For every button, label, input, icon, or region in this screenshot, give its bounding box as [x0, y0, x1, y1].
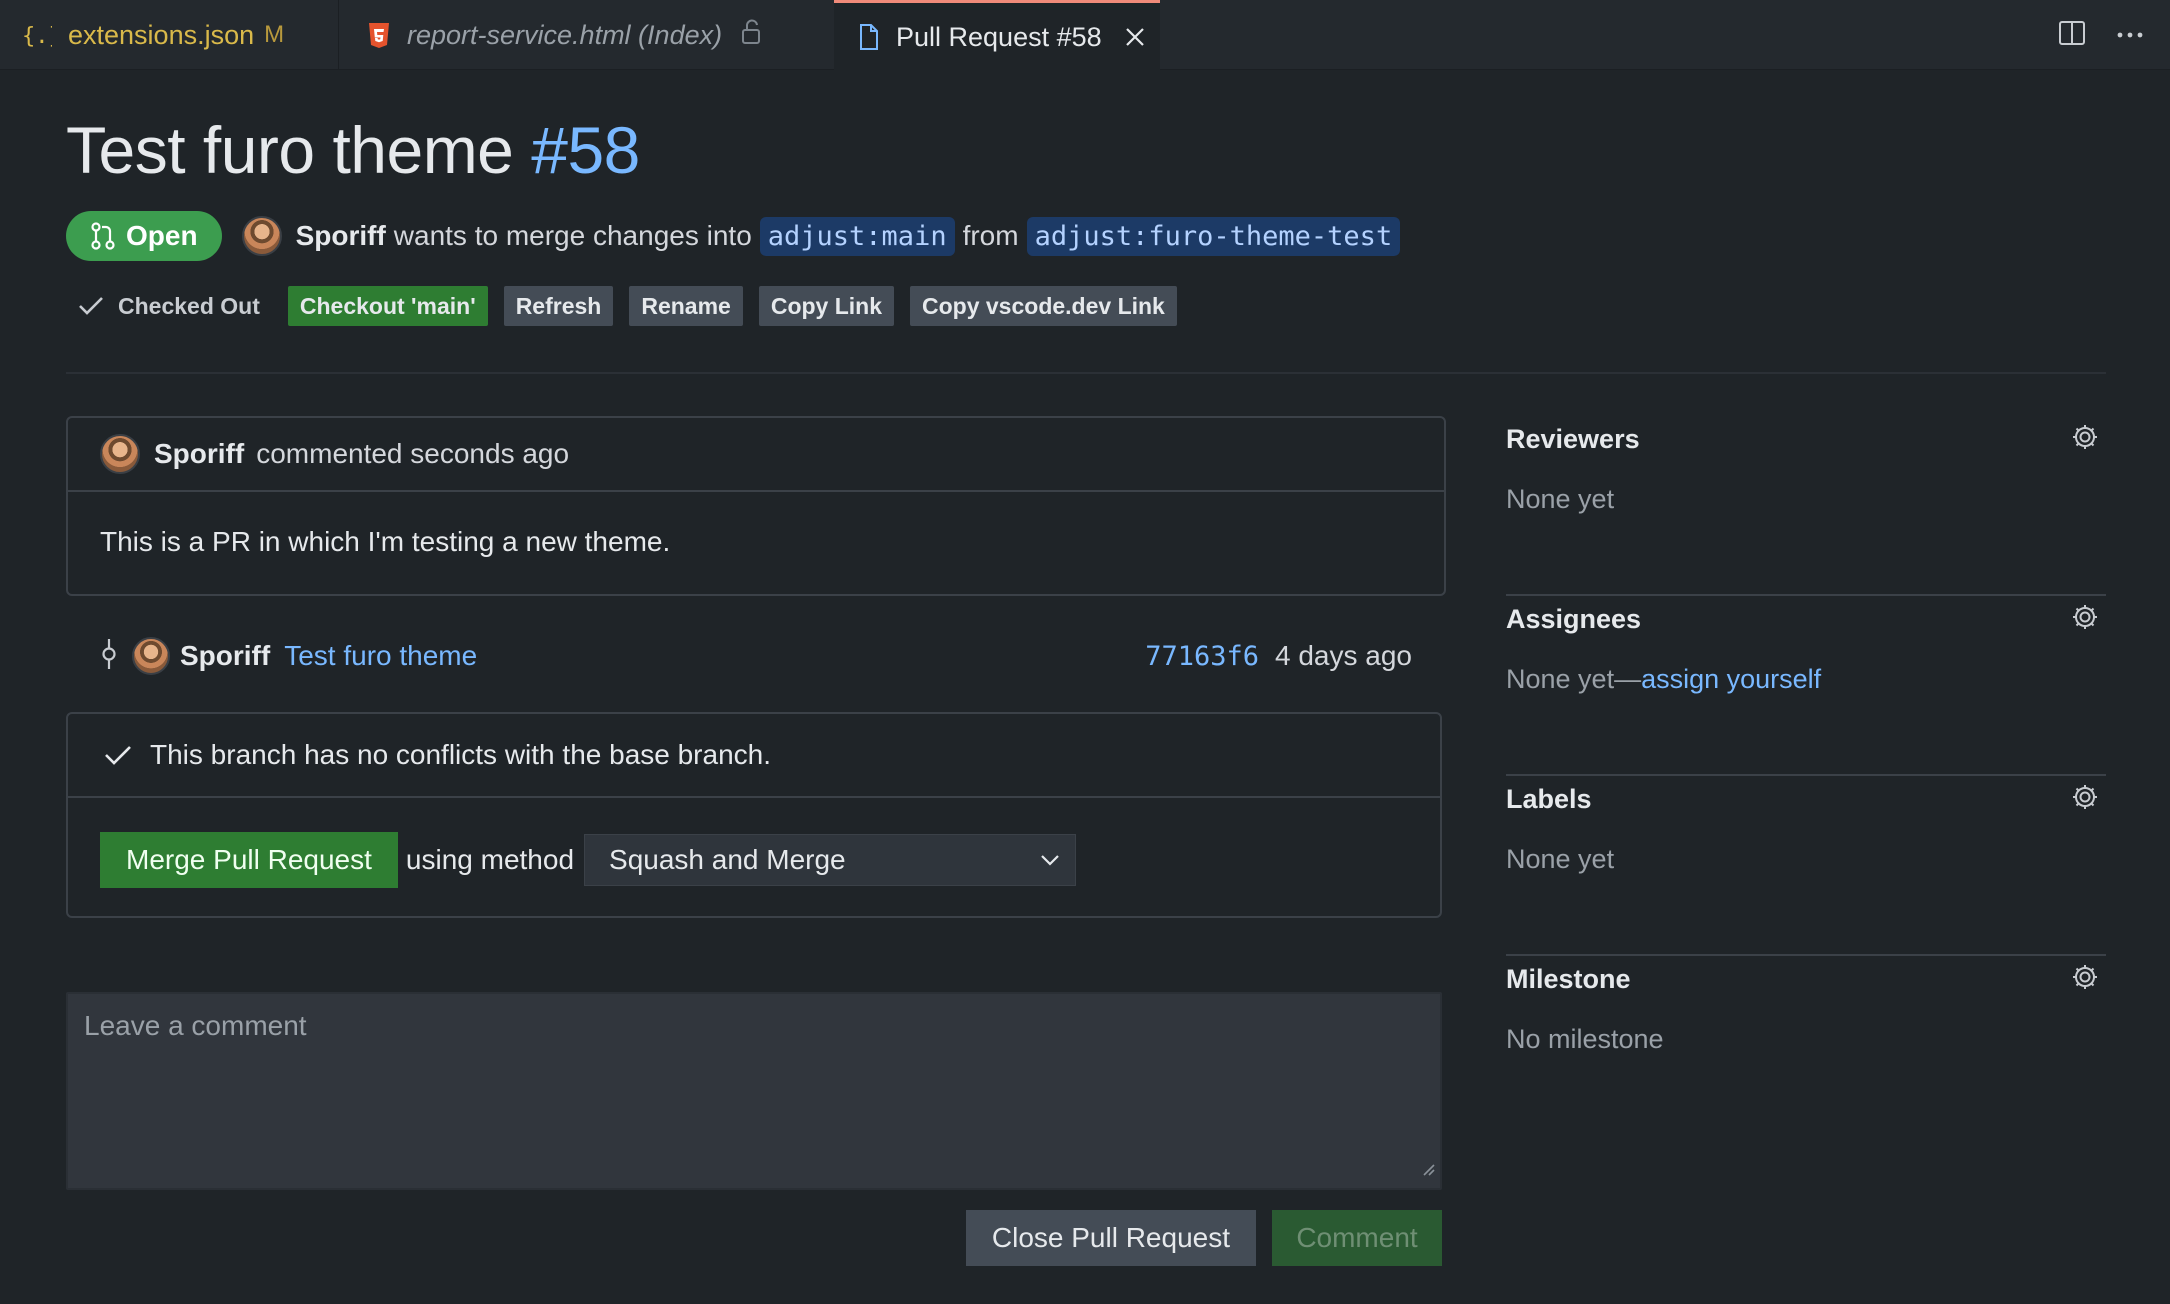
comment-actions: Close Pull Request Comment — [965, 1210, 1442, 1266]
split-editor-icon[interactable] — [2058, 20, 2086, 51]
comment-author[interactable]: Sporiff — [154, 438, 244, 470]
reviewers-heading: Reviewers — [1506, 424, 1640, 454]
checked-out-indicator: Checked Out — [78, 293, 260, 320]
author-avatar[interactable] — [241, 216, 282, 256]
from-text: from — [962, 220, 1019, 251]
merge-description: wants to merge changes into — [393, 220, 752, 251]
copy-link-button[interactable]: Copy Link — [758, 286, 894, 326]
close-tab-icon[interactable] — [1124, 26, 1146, 48]
tab-label: extensions.json — [68, 19, 255, 50]
assignees-gear-icon[interactable] — [2070, 602, 2100, 637]
commit-message-link[interactable]: Test furo theme — [284, 640, 477, 672]
tab-extensions-json[interactable]: {.} extensions.json M — [22, 0, 340, 70]
labels-value: None yet — [1506, 844, 1615, 874]
merge-status-text: This branch has no conflicts with the ba… — [150, 739, 772, 770]
assign-yourself-link[interactable]: assign yourself — [1641, 664, 1821, 694]
rename-button[interactable]: Rename — [629, 286, 743, 326]
commit-sha-link[interactable]: 77163f6 — [1145, 641, 1259, 672]
pr-description-comment: Sporiff commented seconds ago This is a … — [66, 416, 1446, 596]
comment-textarea[interactable]: Leave a comment — [66, 992, 1442, 1190]
labels-heading: Labels — [1506, 784, 1592, 814]
tab-pull-request[interactable]: Pull Request #58 — [834, 0, 1160, 71]
status-text: Open — [126, 220, 198, 251]
header-divider — [66, 372, 2106, 374]
milestone-value: No milestone — [1506, 1024, 1664, 1054]
assignees-none-text: None yet— — [1506, 664, 1642, 694]
comment-author-avatar[interactable] — [100, 434, 140, 474]
comment-body: This is a PR in which I'm testing a new … — [100, 526, 671, 557]
pr-status-row: Open Sporiff wants to merge changes into… — [66, 210, 1408, 262]
tab-label: Pull Request #58 — [896, 21, 1102, 52]
refresh-button[interactable]: Refresh — [503, 286, 614, 326]
resize-grip-icon[interactable] — [1420, 1152, 1436, 1184]
open-status-badge: Open — [66, 211, 222, 261]
comment-header: Sporiff commented seconds ago — [68, 418, 1444, 492]
commit-time: 4 days ago — [1275, 640, 1412, 671]
merge-status: This branch has no conflicts with the ba… — [68, 714, 1440, 798]
pr-title-text: Test furo theme — [66, 113, 514, 187]
close-pull-request-button[interactable]: Close Pull Request — [965, 1210, 1256, 1266]
merge-panel: This branch has no conflicts with the ba… — [66, 712, 1442, 918]
merge-method-select[interactable]: Squash and Merge — [584, 834, 1077, 886]
pr-sidebar: Reviewers None yet Assignees None yet—as… — [1506, 416, 2106, 1136]
editor-tab-bar: {.} extensions.json M report-service.htm… — [0, 0, 2170, 71]
labels-section: Labels None yet — [1506, 776, 2106, 956]
milestone-heading: Milestone — [1506, 964, 1631, 994]
milestone-section: Milestone No milestone — [1506, 956, 2106, 1136]
merge-pull-request-button[interactable]: Merge Pull Request — [100, 832, 398, 888]
labels-gear-icon[interactable] — [2070, 782, 2100, 817]
milestone-gear-icon[interactable] — [2070, 962, 2100, 997]
commit-author-avatar[interactable] — [132, 637, 170, 675]
head-branch: adjust:furo-theme-test — [1026, 216, 1401, 256]
merge-actions: Merge Pull Request using method Squash a… — [68, 798, 1440, 888]
reviewers-value: None yet — [1506, 484, 1615, 514]
checkout-main-button[interactable]: Checkout 'main' — [287, 286, 488, 326]
check-icon — [79, 297, 103, 315]
author-name[interactable]: Sporiff — [296, 220, 386, 252]
assignees-section: Assignees None yet—assign yourself — [1506, 596, 2106, 776]
modified-badge: M — [264, 21, 285, 48]
lock-icon — [740, 18, 762, 52]
tab-label: report-service.html (Index) — [407, 19, 723, 50]
svg-text:{.}: {.} — [22, 24, 52, 49]
html5-icon — [367, 21, 391, 49]
file-icon — [858, 23, 880, 51]
pr-number-link[interactable]: #58 — [531, 113, 640, 187]
commit-author[interactable]: Sporiff — [180, 640, 270, 672]
pull-request-icon — [91, 222, 115, 250]
using-method-label: using method — [405, 844, 575, 875]
reviewers-section: Reviewers None yet — [1506, 416, 2106, 596]
assignees-heading: Assignees — [1506, 604, 1642, 634]
chevron-down-icon — [1041, 855, 1059, 866]
comment-meta: commented seconds ago — [256, 438, 570, 469]
json-braces-icon: {.} — [22, 21, 52, 49]
tab-report-service-html[interactable]: report-service.html (Index) — [338, 0, 832, 70]
commit-event: Sporiff Test furo theme 77163f6 4 days a… — [100, 634, 1412, 678]
checked-out-label: Checked Out — [118, 292, 260, 319]
more-actions-icon[interactable] — [2116, 26, 2144, 44]
check-icon — [105, 746, 131, 765]
assignees-value: None yet—assign yourself — [1506, 664, 1821, 695]
merge-method-value: Squash and Merge — [609, 844, 846, 875]
base-branch: adjust:main — [759, 216, 955, 256]
pr-title: Test furo theme #58 — [66, 112, 640, 188]
copy-vscode-link-button[interactable]: Copy vscode.dev Link — [910, 286, 1177, 326]
commit-icon — [100, 637, 118, 676]
pr-action-row: Checked Out Checkout 'main' Refresh Rena… — [78, 286, 1193, 326]
reviewers-gear-icon[interactable] — [2070, 422, 2100, 457]
comment-placeholder: Leave a comment — [84, 1010, 307, 1041]
comment-button[interactable]: Comment — [1272, 1210, 1442, 1266]
